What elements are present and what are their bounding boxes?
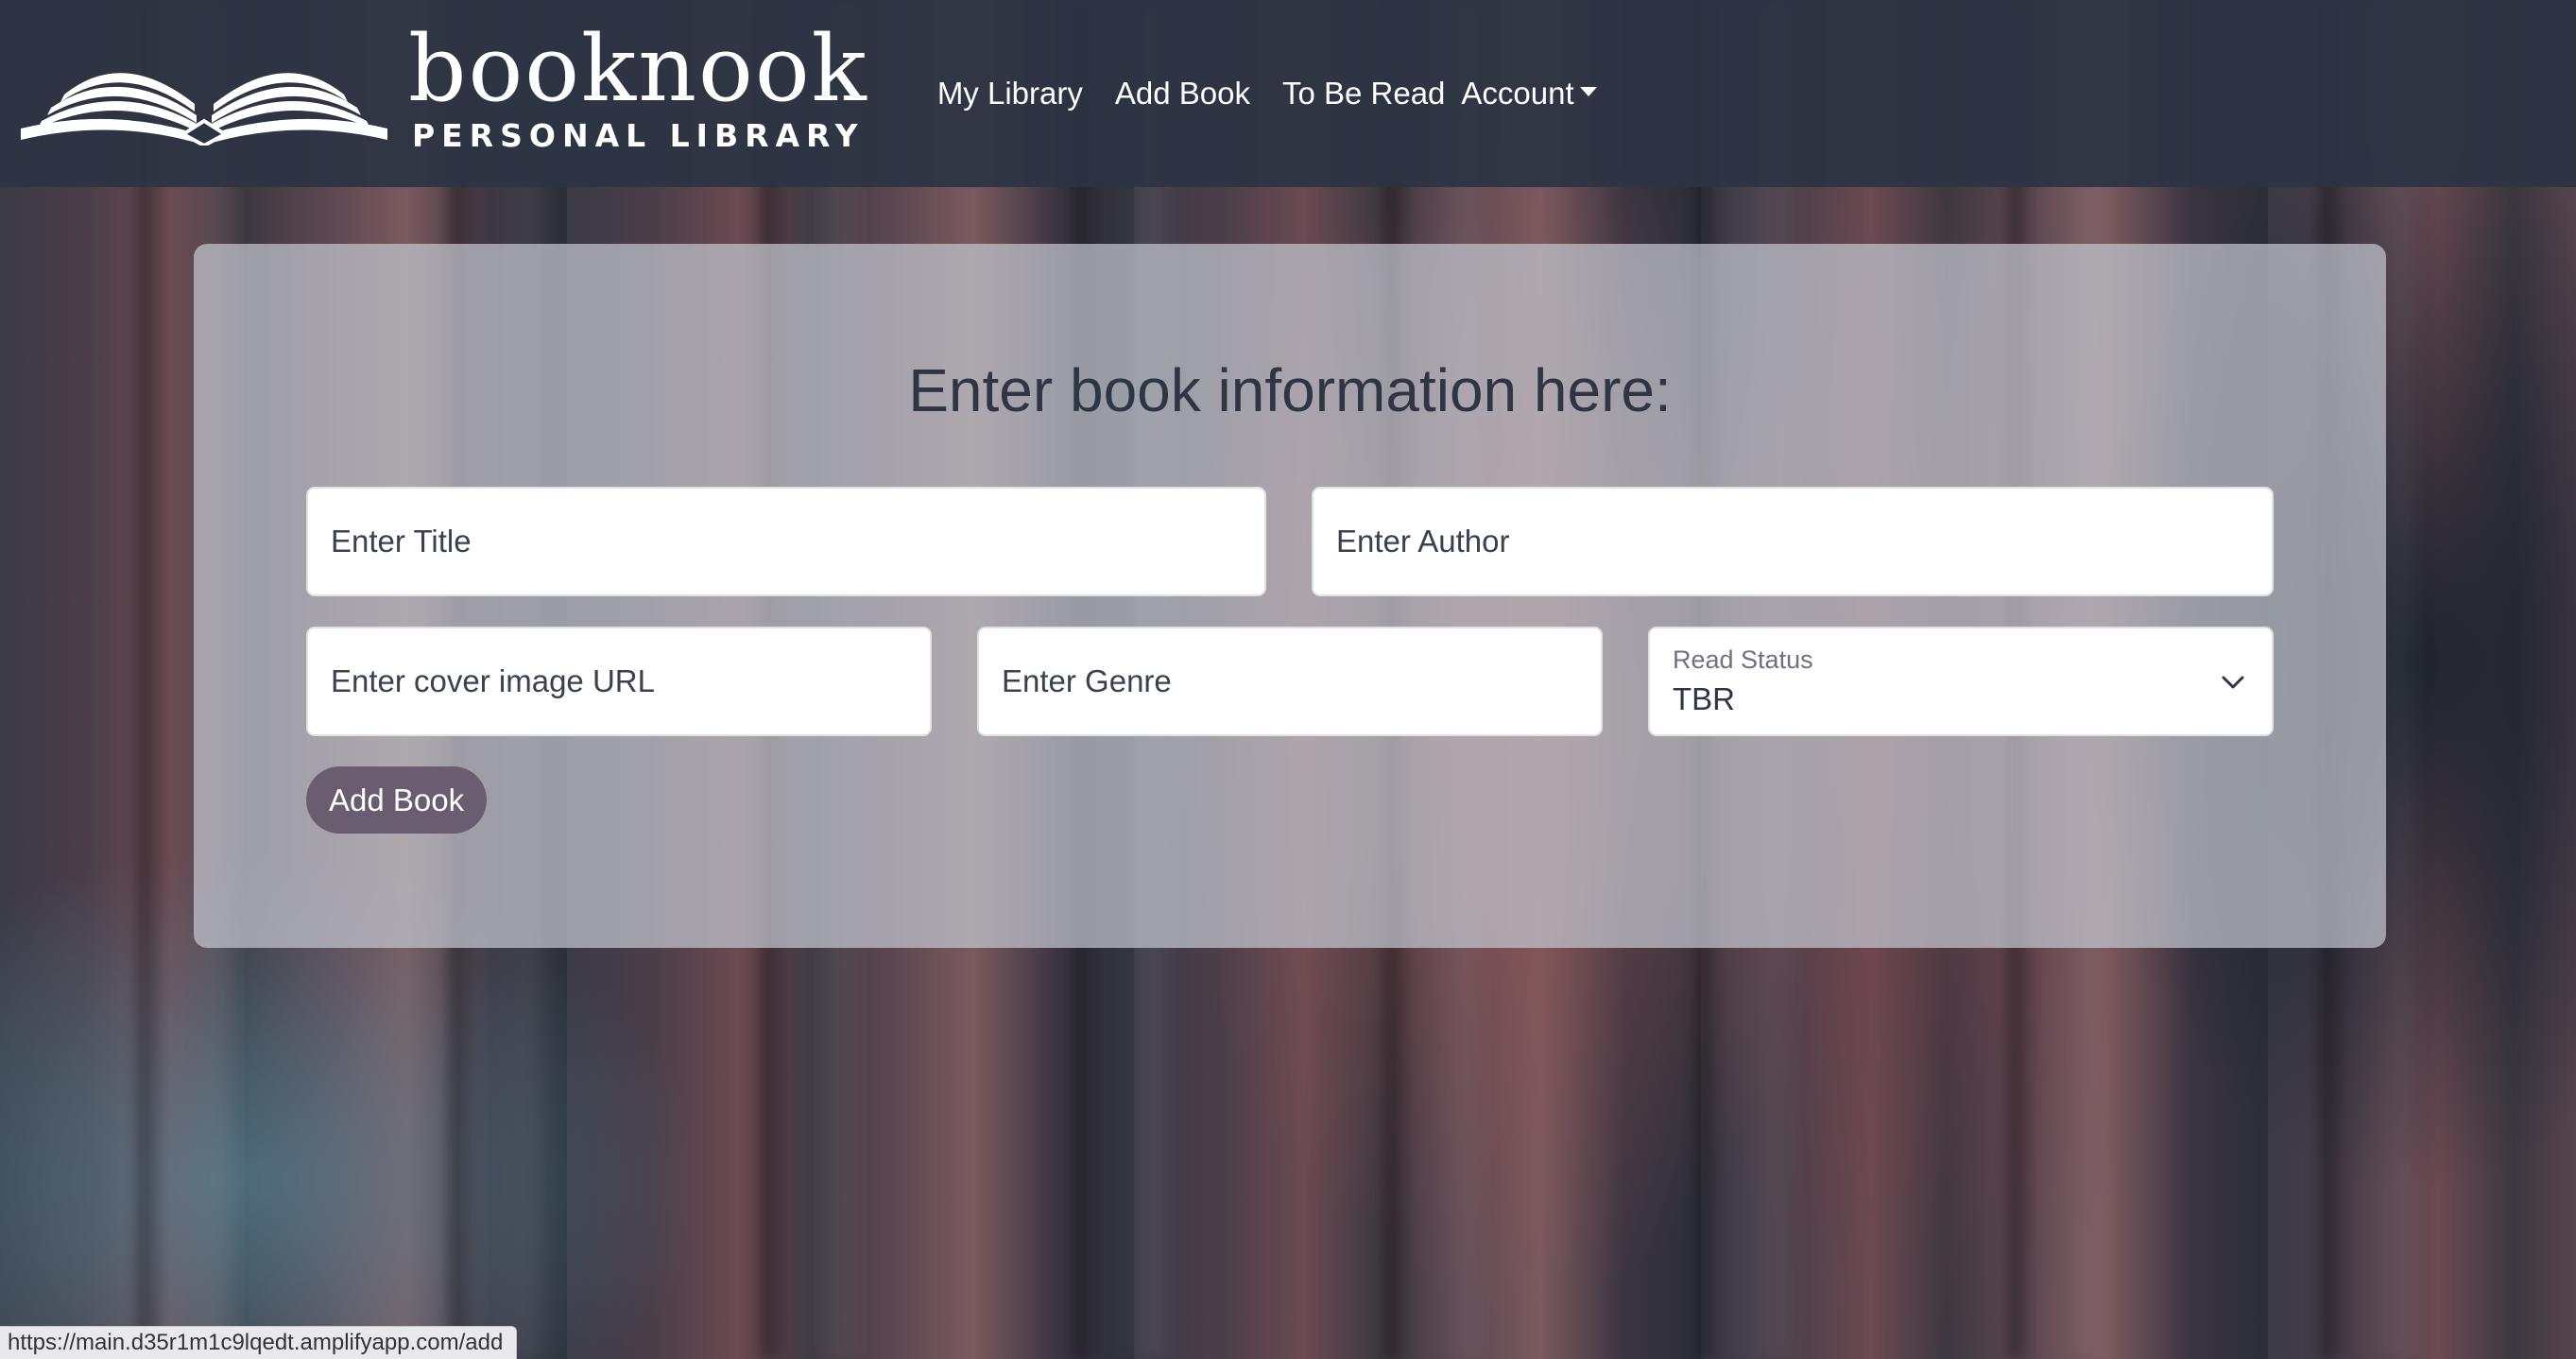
nav-link-my-library[interactable]: My Library [921,76,1099,112]
account-dropdown-toggle[interactable]: Account [1461,76,1612,112]
top-navbar: booknook PERSONAL LIBRARY My Library Add… [0,0,2576,187]
open-book-icon [21,73,387,146]
nav-link-to-be-read[interactable]: To Be Read [1266,76,1461,112]
genre-input[interactable] [977,627,1603,736]
caret-down-icon [1579,87,1597,97]
read-status-select[interactable]: Read Status TBR [1648,627,2274,736]
form-heading: Enter book information here: [908,356,1672,424]
account-label: Account [1461,76,1574,111]
brand-name: booknook [408,15,868,122]
author-input[interactable] [1312,487,2274,596]
read-status-label: Read Status [1673,645,1813,674]
nav-link-add-book[interactable]: Add Book [1099,76,1266,112]
read-status-value: TBR [1673,681,1735,716]
page-background: booknook PERSONAL LIBRARY My Library Add… [0,0,2576,1359]
nav-links: My Library Add Book To Be Read Account [921,0,1613,187]
title-input[interactable] [306,487,1266,596]
chevron-down-icon [2222,676,2244,689]
link-preview-status-bar: https://main.d35r1m1c9lqedt.amplifyapp.c… [0,1326,518,1359]
add-book-form-card: Enter book information here: Read Status… [194,244,2386,948]
brand-subtitle: PERSONAL LIBRARY [412,116,865,154]
add-book-button[interactable]: Add Book [306,766,488,834]
brand-logo-link[interactable]: booknook PERSONAL LIBRARY [13,0,868,187]
cover-image-url-input[interactable] [306,627,932,736]
